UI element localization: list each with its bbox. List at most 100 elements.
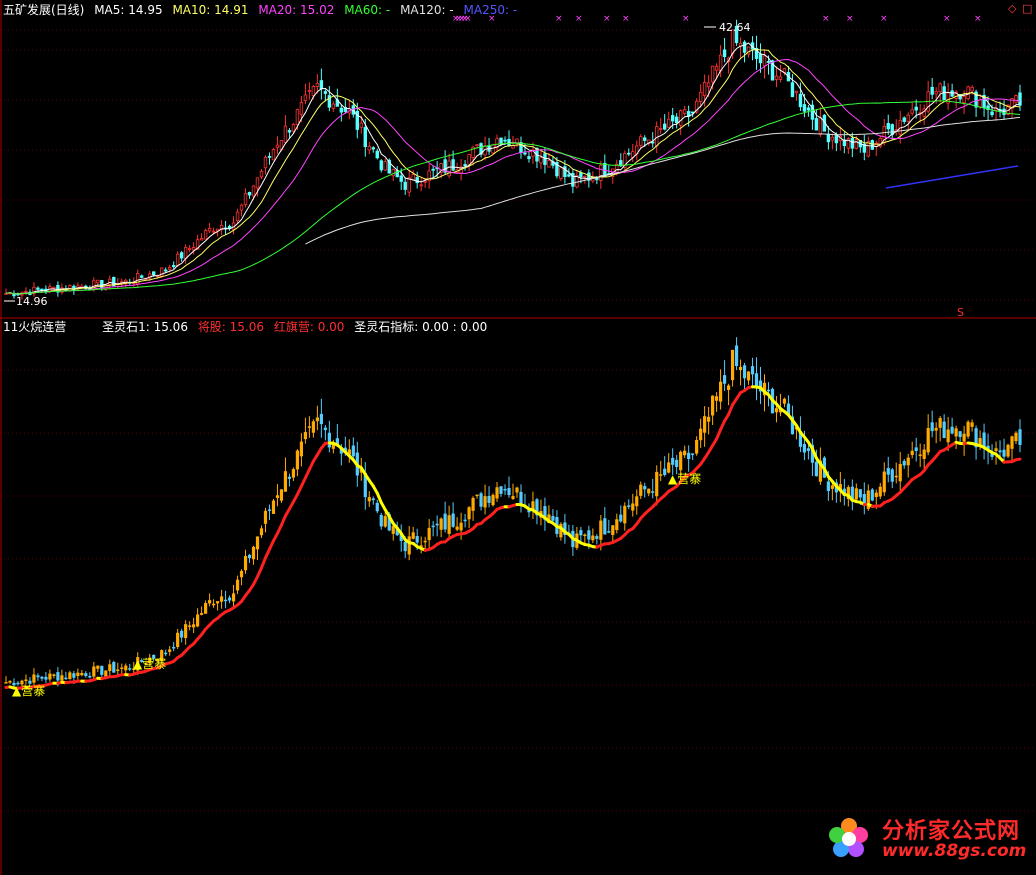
indicator-candle-body: [279, 489, 284, 501]
indicator-candle-body: [68, 672, 72, 680]
price-candle-body: [315, 83, 320, 87]
price-candle-body: [239, 204, 244, 211]
square-icon[interactable]: □: [1022, 3, 1032, 15]
indicator-candle-body: [934, 427, 938, 431]
indicator-candle-body: [423, 540, 427, 543]
price-candle-body: [950, 90, 954, 97]
indicator-candle-body: [1002, 449, 1006, 457]
indicator-candle-body: [499, 486, 503, 494]
indicator-candle-body: [184, 624, 188, 639]
price-candle-body: [910, 109, 914, 114]
price-candle-body: [371, 147, 375, 150]
indicator-segment: [727, 403, 735, 416]
indicator-candle-body: [531, 501, 535, 510]
price-candle-body: [171, 265, 176, 268]
price-candle-body: [423, 180, 427, 183]
indicator-candle-body: [950, 426, 954, 434]
indicator-candle-body: [906, 457, 910, 466]
cross-mark: ×: [555, 14, 563, 24]
price-candle-body: [990, 111, 994, 116]
indicator-candle-body: [643, 486, 647, 490]
indicator-candle-body: [375, 502, 379, 512]
indicator-candle-body: [651, 491, 655, 493]
indicator-candle-body: [766, 389, 771, 392]
price-candle-body: [674, 116, 679, 124]
indicator-candle-body: [463, 519, 467, 522]
indicator-candle-body: [830, 485, 834, 489]
indicator-candle-body: [56, 672, 60, 681]
indicator-candle-body: [415, 536, 419, 543]
price-candle-body: [830, 136, 835, 141]
indicator-candle-body: [92, 666, 96, 677]
price-candle-body: [96, 279, 100, 284]
price-candle-body: [762, 55, 767, 67]
indicator-candle-body: [223, 599, 228, 602]
indicator-candle-body: [60, 675, 64, 681]
indicator-candle-body: [926, 427, 930, 453]
indicator-candle-body: [255, 536, 260, 550]
indicator-candle-body: [211, 603, 216, 606]
cross-mark: ×: [575, 14, 583, 24]
indicator-candle-body: [750, 366, 755, 375]
indicator-candle-body: [443, 513, 447, 530]
price-candle-body: [191, 247, 196, 251]
indicator-candle-body: [188, 625, 192, 627]
indicator-candle-body: [962, 433, 966, 442]
indicator-candle-body: [427, 527, 431, 541]
price-candle-body: [834, 134, 839, 144]
price-candle-body: [359, 122, 363, 128]
indicator-candle-body: [882, 471, 886, 493]
indicator-candle-body: [691, 453, 695, 455]
indicator-candle-body: [918, 454, 922, 456]
price-candle-body: [938, 83, 942, 93]
camp-marker: ▲营寨: [12, 683, 45, 698]
price-candle-body: [978, 99, 982, 108]
indicator-candle-body: [611, 525, 615, 535]
indicator-candle-body: [112, 662, 116, 673]
price-candle-body: [275, 144, 280, 148]
indicator-candle-body: [826, 481, 830, 492]
price-candle-body: [391, 169, 395, 177]
price-candle-body: [663, 123, 667, 130]
price-candle-body: [659, 128, 663, 130]
indicator-candle-body: [76, 672, 80, 676]
indicator-candle-body: [172, 646, 176, 649]
indicator-candle-body: [451, 513, 455, 527]
price-candle-body: [503, 139, 507, 142]
indicator-candle-body: [894, 475, 898, 478]
ma20-label: MA20: 15.02: [258, 3, 335, 17]
cross-mark: ×: [846, 14, 854, 24]
price-candle-body: [399, 175, 403, 182]
indicator-candle-body: [619, 514, 623, 522]
indicator-candle-body: [726, 385, 731, 390]
indicator-candle-body: [730, 349, 735, 381]
price-candle-body: [451, 159, 455, 171]
price-candle-body: [295, 109, 300, 126]
indicator-candle-body: [902, 460, 906, 466]
ma120-label: MA120: -: [400, 3, 454, 17]
indicator-candle-body: [507, 487, 511, 496]
indicator-candle-body: [100, 665, 104, 675]
price-candle-body: [499, 137, 503, 145]
indicator-candle-body: [878, 486, 882, 497]
indicator-candle-body: [483, 496, 487, 508]
price-candle-body: [24, 290, 28, 293]
price-candle-body: [1018, 92, 1022, 106]
indicator-candle-body: [52, 674, 56, 676]
price-candle-body: [323, 91, 328, 94]
indicator-candle-body: [383, 516, 387, 527]
ma250-line: [885, 165, 1019, 189]
price-candle-body: [547, 159, 551, 168]
cross-mark: ×: [880, 14, 888, 24]
indicator-candle-body: [407, 536, 411, 555]
price-candle-body: [235, 211, 240, 222]
camp-marker: ▲营寨: [133, 656, 166, 671]
indicator-candle-body: [327, 432, 331, 448]
indicator-candle-body: [922, 449, 926, 459]
diamond-icon[interactable]: ◇: [1008, 3, 1016, 15]
price-candle-body: [467, 154, 471, 165]
price-candle-body: [207, 227, 212, 232]
slsindex-label: 圣灵石指标: 0.00 : 0.00: [354, 320, 488, 334]
indicator-candle-body: [738, 366, 743, 371]
price-candle-body: [902, 117, 906, 122]
